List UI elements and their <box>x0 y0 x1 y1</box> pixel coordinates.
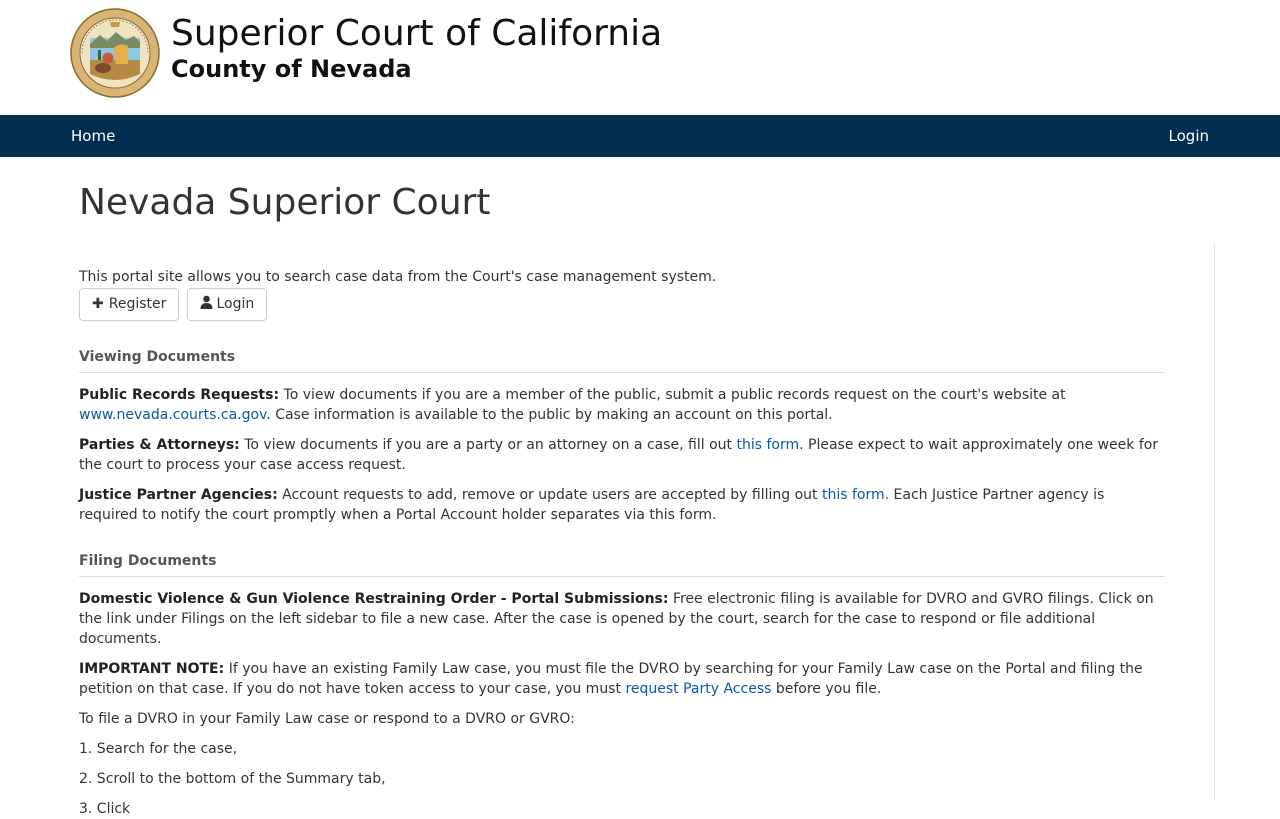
nevada-courts-website-link[interactable]: www.nevada.courts.ca.gov <box>79 407 266 423</box>
justice-partner-label: Justice Partner Agencies: <box>79 487 278 503</box>
dvro-gvro-label: Domestic Violence & Gun Violence Restrai… <box>79 591 669 607</box>
justice-partner-form-link[interactable]: this form <box>822 487 885 503</box>
top-navbar: Home Login <box>0 115 1280 157</box>
plus-icon: ✚ <box>92 296 104 312</box>
important-note-label: IMPORTANT NOTE: <box>79 661 225 677</box>
step-2: 2. Scroll to the bottom of the Summary t… <box>79 771 386 787</box>
page-title: Nevada Superior Court <box>79 182 491 223</box>
nav-login-link[interactable]: Login <box>1169 115 1209 157</box>
parties-attorneys-label: Parties & Attorneys: <box>79 437 240 453</box>
viewing-documents-heading: Viewing Documents <box>79 347 1165 373</box>
justice-partner-paragraph: Justice Partner Agencies: Account reques… <box>79 485 1165 525</box>
login-button-label: Login <box>216 296 255 312</box>
public-records-label: Public Records Requests: <box>79 387 280 403</box>
california-seal-logo <box>70 8 160 98</box>
register-button-label: Register <box>108 296 167 312</box>
howto-text: To file a DVRO in your Family Law case o… <box>79 711 575 727</box>
sidebar-divider <box>1214 243 1215 800</box>
login-button[interactable]: Login <box>187 288 268 321</box>
important-note-text-2: before you file. <box>775 681 882 697</box>
justice-partner-text: Account requests to add, remove or updat… <box>282 487 818 503</box>
account-buttons: ✚ Register Login <box>79 288 1165 321</box>
user-icon <box>200 295 213 309</box>
intro-text: This portal site allows you to search ca… <box>79 269 717 285</box>
dvro-gvro-paragraph: Domestic Violence & Gun Violence Restrai… <box>79 589 1165 649</box>
public-records-paragraph: Public Records Requests: To view documen… <box>79 385 1165 425</box>
main-content: Nevada Superior Court This portal site a… <box>79 157 1165 819</box>
step-3: 3. Click <box>79 801 131 817</box>
parties-form-link[interactable]: this form <box>736 437 799 453</box>
parties-attorneys-text: To view documents if you are a party or … <box>244 437 733 453</box>
parties-attorneys-paragraph: Parties & Attorneys: To view documents i… <box>79 435 1165 475</box>
public-records-text: To view documents if you are a member of… <box>283 387 1066 403</box>
important-note-paragraph: IMPORTANT NOTE: If you have an existing … <box>79 659 1165 699</box>
request-party-access-link[interactable]: request Party Access <box>625 681 771 697</box>
important-note-text: If you have an existing Family Law case,… <box>79 661 1143 697</box>
nav-home-link[interactable]: Home <box>71 115 115 157</box>
register-button[interactable]: ✚ Register <box>79 288 180 321</box>
court-subtitle: County of Nevada <box>171 55 412 83</box>
public-records-text-2: . Case information is available to the p… <box>266 407 833 423</box>
court-title: Superior Court of California <box>171 13 663 54</box>
site-header: Superior Court of California County of N… <box>0 0 1280 115</box>
step-1: 1. Search for the case, <box>79 741 238 757</box>
filing-documents-heading: Filing Documents <box>79 551 1165 577</box>
